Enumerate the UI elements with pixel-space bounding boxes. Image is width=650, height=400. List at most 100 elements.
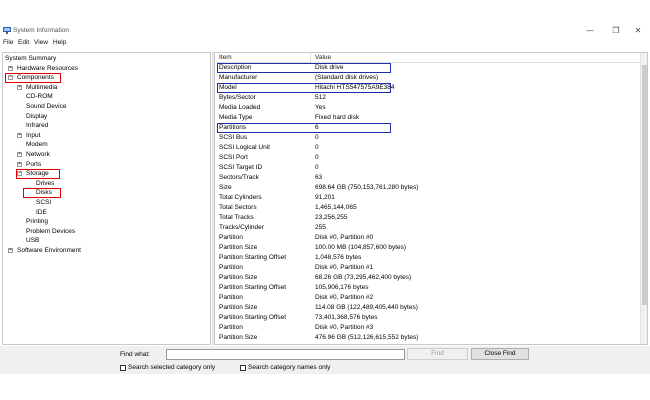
list-row[interactable]: Media Type Fixed hard disk	[215, 113, 647, 123]
list-row[interactable]: Description Disk drive	[215, 63, 647, 73]
list-row[interactable]: Partition Size 114.08 GB (122,489,405,440…	[215, 303, 647, 313]
item-cell: Partition Starting Offset	[219, 314, 287, 321]
list-row[interactable]: Partition Size 68.26 GB (73,295,462,400 b…	[215, 273, 647, 283]
search-selected-category-option[interactable]: Search selected category only	[120, 364, 215, 371]
item-cell: Tracks/Cylinder	[219, 224, 264, 231]
item-cell: Partition Size	[219, 304, 258, 311]
list-row[interactable]: Bytes/Sector 512	[215, 93, 647, 103]
find-bar: Find what: Find Close Find Search select…	[0, 346, 650, 374]
value-cell: Disk #0, Partition #1	[315, 264, 374, 271]
list-row[interactable]: Total Sectors 1,465,144,065	[215, 203, 647, 213]
tree-item-label: Display	[26, 112, 48, 120]
category-tree[interactable]: System Summary + Hardware Resources − Compon…	[2, 52, 211, 345]
column-divider[interactable]	[310, 53, 311, 63]
expand-icon[interactable]: +	[17, 152, 22, 157]
list-row[interactable]: Total Cylinders 91,201	[215, 193, 647, 203]
value-cell: Hitachi HTS547575A9E384	[315, 84, 395, 91]
expand-icon[interactable]: +	[17, 132, 22, 138]
value-cell: Disk #0, Partition #2	[315, 294, 374, 301]
menu-edit[interactable]: Edit	[18, 39, 29, 46]
value-cell: 105,906,176 bytes	[315, 284, 369, 291]
list-row[interactable]: Manufacturer (Standard disk drives)	[215, 73, 647, 83]
item-cell: Model	[219, 84, 237, 91]
list-row[interactable]: Partitions 6	[215, 123, 647, 133]
menu-help[interactable]: Help	[53, 39, 66, 46]
search-selected-category-checkbox[interactable]	[120, 364, 126, 371]
tree-item-label: Network	[26, 151, 50, 158]
value-cell: 63	[315, 174, 323, 181]
item-cell: Size	[219, 184, 232, 191]
search-category-names-checkbox[interactable]	[240, 364, 246, 371]
collapse-icon[interactable]: −	[8, 75, 13, 81]
list-row[interactable]: Partition Disk #0, Partition #1	[215, 263, 647, 273]
tree-item-label: Infrared	[26, 122, 49, 130]
expand-icon[interactable]: +	[17, 84, 22, 90]
item-cell: Partition	[219, 324, 243, 331]
item-cell: Bytes/Sector	[219, 94, 256, 101]
value-cell: Yes	[315, 104, 326, 111]
list-row[interactable]: Sectors/Track 63	[215, 173, 647, 183]
value-cell: 476.96 GB (512,126,615,552 bytes)	[315, 334, 419, 341]
find-button[interactable]: Find	[407, 348, 468, 360]
list-row[interactable]: Partition Size 476.96 GB (512,126,615,552…	[215, 333, 647, 343]
list-row[interactable]: Media Loaded Yes	[215, 103, 647, 113]
value-cell: Disk drive	[315, 64, 344, 71]
title-bar: System Information — ❐ ✕	[0, 24, 650, 38]
menu-view[interactable]: View	[34, 39, 48, 46]
expand-icon[interactable]: +	[8, 65, 13, 71]
item-cell: SCSI Bus	[219, 134, 248, 141]
item-cell: Sectors/Track	[219, 174, 259, 181]
item-cell: Total Tracks	[219, 214, 254, 221]
minimize-button[interactable]: —	[578, 25, 602, 37]
expand-icon[interactable]: +	[17, 161, 22, 167]
list-row[interactable]: SCSI Logical Unit 0	[215, 143, 647, 153]
column-header-item[interactable]: Item	[219, 54, 232, 61]
item-cell: Description	[219, 64, 252, 71]
item-cell: Manufacturer	[219, 74, 258, 81]
tree-item-label: Printing	[26, 218, 49, 226]
list-row[interactable]: Partition Size 100.00 MB (104,857,600 byt…	[215, 243, 647, 253]
tree-item-label: Drives	[36, 179, 55, 187]
list-row[interactable]: Partition Disk #0, Partition #3	[215, 323, 647, 333]
find-what-label: Find what:	[120, 351, 150, 358]
menu-file[interactable]: File	[3, 39, 13, 46]
tree-item-label: Multimedia	[26, 83, 58, 91]
value-cell: 0	[315, 164, 319, 171]
item-cell: Partition	[219, 264, 243, 271]
tree-item-label: Components	[17, 74, 54, 82]
value-cell: 255	[315, 224, 326, 231]
find-what-input[interactable]	[166, 349, 405, 360]
list-row[interactable]: Partition Starting Offset 73,401,368,576 …	[215, 313, 647, 323]
list-row[interactable]: Total Tracks 23,256,255	[215, 213, 647, 223]
item-cell: Media Type	[219, 114, 253, 121]
main-area: System Summary + Hardware Resources − Compon…	[0, 50, 650, 346]
list-row[interactable]: Size 698.64 GB (750,153,761,280 bytes)	[215, 183, 647, 193]
collapse-icon[interactable]: −	[17, 171, 22, 177]
value-cell: 68.26 GB (73,295,462,400 bytes)	[315, 274, 412, 281]
expand-icon[interactable]: +	[8, 248, 13, 253]
item-cell: Partition Size	[219, 274, 258, 281]
details-list: Item Value Description Disk drive Manufact…	[214, 52, 648, 345]
list-row[interactable]: SCSI Target ID 0	[215, 163, 647, 173]
list-row[interactable]: Tracks/Cylinder 255	[215, 223, 647, 233]
value-cell: 1,048,576 bytes	[315, 254, 362, 261]
list-row[interactable]: SCSI Bus 0	[215, 133, 647, 143]
column-header-value[interactable]: Value	[315, 54, 331, 61]
list-row[interactable]: Model Hitachi HTS547575A9E384	[215, 83, 647, 93]
maximize-button[interactable]: ❐	[604, 25, 628, 37]
list-row[interactable]: Partition Disk #0, Partition #2	[215, 293, 647, 303]
list-row[interactable]: Partition Starting Offset 105,906,176 byt…	[215, 283, 647, 293]
tree-item-label: SCSI	[36, 199, 52, 206]
search-category-names-option[interactable]: Search category names only	[240, 364, 330, 371]
tree-item-label: Sound Device	[26, 103, 67, 110]
item-cell: SCSI Port	[219, 154, 248, 161]
tree-item-label: Modem	[26, 141, 48, 149]
list-row[interactable]: Partition Disk #0, Partition #0	[215, 233, 647, 243]
list-row[interactable]: Partition Starting Offset 1,048,576 bytes	[215, 253, 647, 263]
item-cell: SCSI Logical Unit	[219, 144, 270, 151]
tree-item-label: USB	[26, 237, 40, 245]
list-row[interactable]: SCSI Port 0	[215, 153, 647, 163]
close-find-button[interactable]: Close Find	[471, 348, 529, 360]
close-window-button[interactable]: ✕	[626, 25, 650, 37]
tree-item-label: Disks	[36, 189, 52, 197]
